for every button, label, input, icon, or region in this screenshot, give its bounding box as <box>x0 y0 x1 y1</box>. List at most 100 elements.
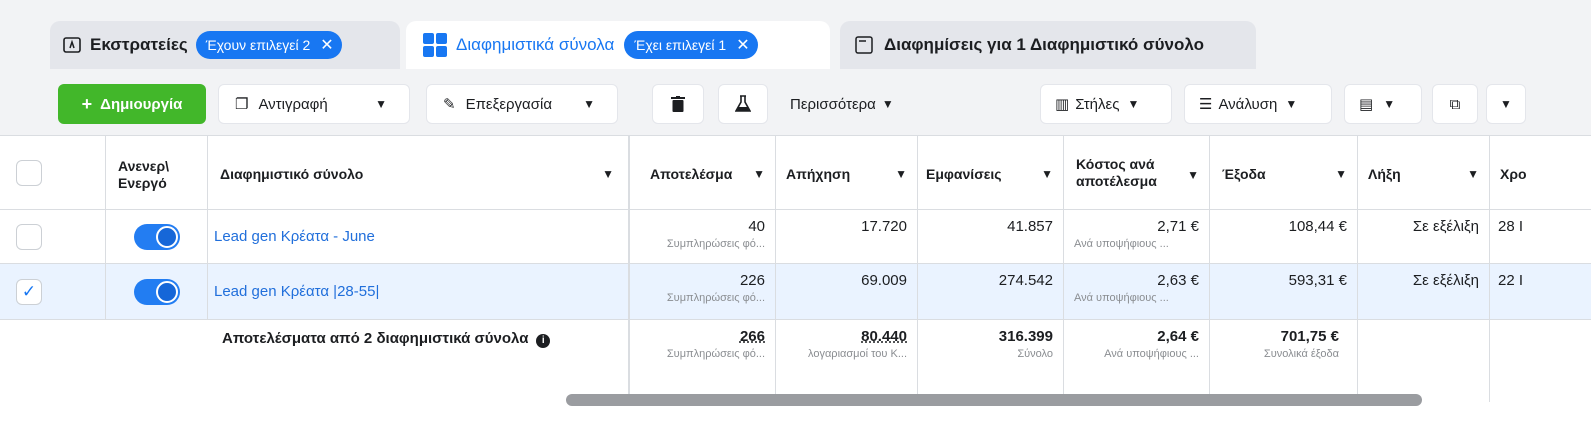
totals-spent-value: 701,75 € <box>1280 328 1339 345</box>
totals-impressions-value: 316.399 <box>998 328 1053 345</box>
breakdown-icon: ☰ <box>1199 96 1213 113</box>
create-button[interactable]: + Δημιουργία <box>58 84 206 124</box>
toggle-cell <box>106 264 208 319</box>
tab-adsets[interactable]: Διαφημιστικά σύνολα Έχει επιλεγεί 1 ✕ <box>406 21 830 69</box>
spent-value: 593,31 € <box>1288 272 1347 289</box>
spent-value: 108,44 € <box>1288 218 1347 235</box>
totals-cpr-value: 2,64 € <box>1157 328 1199 345</box>
results-sub: Συμπληρώσεις φό... <box>666 292 765 304</box>
reach-value: 17.720 <box>861 218 907 235</box>
totals-results-value: 266 <box>739 328 765 345</box>
more-button[interactable]: Περισσότερα ▼ <box>790 84 930 124</box>
duplicate-button[interactable]: ❐ Αντιγραφή ▼ <box>218 84 410 124</box>
row-checkbox-checked[interactable]: ✓ <box>16 279 42 305</box>
chevron-down-icon: ▼ <box>881 97 894 111</box>
export-button[interactable]: ⧉ <box>1432 84 1478 124</box>
tab-campaigns[interactable]: Εκστρατείες Έχουν επιλεγεί 2 ✕ <box>50 21 400 69</box>
totals-spent-cell: 701,75 € Συνολικά έξοδα <box>1210 320 1358 402</box>
close-icon[interactable]: ✕ <box>736 35 749 55</box>
checkmark-icon: ✓ <box>21 282 37 301</box>
cpr-value: 2,63 € <box>1157 272 1199 289</box>
col-header-more[interactable]: Χρο <box>1490 136 1591 209</box>
breakdown-label: Ανάλυση <box>1218 95 1278 113</box>
toolbar: + Δημιουργία ❐ Αντιγραφή ▼ ✎ Επεξεργασία… <box>0 74 1591 136</box>
col-more-label: Χρο <box>1500 166 1527 182</box>
breakdown-button[interactable]: ☰ Ανάλυση ▼ <box>1184 84 1332 124</box>
impressions-value: 41.857 <box>1007 218 1053 235</box>
edit-button[interactable]: ✎ Επεξεργασία ▼ <box>426 84 618 124</box>
col-header-reach[interactable]: Απήχηση ▼ <box>776 136 918 209</box>
chevron-down-icon[interactable]: ▼ <box>753 167 765 181</box>
adsets-selected-pill[interactable]: Έχει επιλεγεί 1 ✕ <box>624 31 758 59</box>
table-row[interactable]: ✓ Lead gen Κρέατα |28-55| 226 Συμπληρώσε… <box>0 264 1591 320</box>
extra-value: 28 Ι <box>1498 218 1524 235</box>
columns-label: Στήλες <box>1075 95 1120 113</box>
chevron-down-icon[interactable]: ▼ <box>1041 167 1053 181</box>
reports-icon: ▤ <box>1359 96 1374 113</box>
cpr-cell: 2,71 € Ανά υποψήφιους ... <box>1064 210 1210 263</box>
trash-icon <box>671 96 685 112</box>
select-all-checkbox[interactable] <box>16 160 42 186</box>
tab-strip: Εκστρατείες Έχουν επιλεγεί 2 ✕ Διαφημιστ… <box>0 0 1591 74</box>
chevron-down-icon[interactable]: ▼ <box>602 167 614 181</box>
pencil-icon: ✎ <box>443 96 456 113</box>
reports-button[interactable]: ▤ ▼ <box>1344 84 1422 124</box>
overflow-button[interactable]: ▼ <box>1486 84 1526 124</box>
extra-cell: 28 Ι <box>1490 210 1591 263</box>
flask-icon <box>735 95 751 112</box>
col-spent-label: Έξοδα <box>1222 166 1266 182</box>
results-value: 226 <box>739 272 765 289</box>
tab-adsets-label: Διαφημιστικά σύνολα <box>456 35 615 54</box>
tab-ads[interactable]: Διαφημίσεις για 1 Διαφημιστικό σύνολο <box>840 21 1256 69</box>
totals-spent-sub: Συνολικά έξοδα <box>1263 348 1339 360</box>
row-checkbox[interactable] <box>16 224 42 250</box>
adset-name-link[interactable]: Lead gen Κρέατα |28-55| <box>214 283 379 300</box>
campaigns-selected-pill[interactable]: Έχουν επιλεγεί 2 ✕ <box>195 31 342 59</box>
chevron-down-icon[interactable]: ▼ <box>895 167 907 181</box>
chevron-down-icon[interactable]: ▼ <box>1187 167 1199 184</box>
plus-icon: + <box>81 93 93 114</box>
col-onoff-line1: Ανενερ\ <box>118 158 170 174</box>
adsets-grid-icon <box>423 33 447 57</box>
col-header-spent[interactable]: Έξοδα ▼ <box>1210 136 1358 209</box>
totals-label-cell: Αποτελέσματα από 2 διαφημιστικά σύνολα i <box>208 320 630 402</box>
cpr-sub: Ανά υποψήφιους ... <box>1074 292 1169 304</box>
row-select-cell <box>0 210 106 263</box>
delete-button[interactable] <box>652 84 704 124</box>
totals-reach-sub: λογαριασμοί του Κ... <box>808 348 907 360</box>
col-header-adset[interactable]: Διαφημιστικό σύνολο ▼ <box>208 136 630 209</box>
chevron-down-icon[interactable]: ▼ <box>1467 167 1479 181</box>
col-header-onoff[interactable]: Ανενερ\ Ενεργό <box>106 136 208 209</box>
chevron-down-icon: ▼ <box>1285 97 1298 111</box>
chevron-down-icon[interactable]: ▼ <box>1335 167 1347 181</box>
adset-status-toggle[interactable] <box>134 224 180 250</box>
duplicate-icon: ❐ <box>235 96 249 113</box>
chevron-down-icon: ▼ <box>1127 97 1140 111</box>
results-cell: 40 Συμπληρώσεις φό... <box>630 210 776 263</box>
close-icon[interactable]: ✕ <box>320 35 333 55</box>
col-header-cost-per-result[interactable]: Κόστος ανά αποτέλεσμα ▼ <box>1064 136 1210 209</box>
test-button[interactable] <box>718 84 768 124</box>
adset-status-toggle[interactable] <box>134 279 180 305</box>
totals-results-cell: 266 Συμπληρώσεις φό... <box>630 320 776 402</box>
col-header-impressions[interactable]: Εμφανίσεις ▼ <box>918 136 1064 209</box>
chevron-down-icon[interactable]: ▼ <box>375 97 387 111</box>
ends-cell: Σε εξέλιξη <box>1358 264 1490 319</box>
col-header-ends[interactable]: Λήξη ▼ <box>1358 136 1490 209</box>
horizontal-scrollbar[interactable] <box>566 394 1422 406</box>
col-header-results[interactable]: Αποτελέσμα ▼ <box>630 136 776 209</box>
columns-button[interactable]: ▥ Στήλες ▼ <box>1040 84 1172 124</box>
totals-spacer <box>0 320 208 402</box>
adsets-selected-label: Έχει επιλεγεί 1 <box>634 37 727 53</box>
results-sub: Συμπληρώσεις φό... <box>666 238 765 250</box>
adsets-table: Ανενερ\ Ενεργό Διαφημιστικό σύνολο ▼ Απο… <box>0 136 1591 402</box>
info-icon[interactable]: i <box>536 334 551 348</box>
totals-row: Αποτελέσματα από 2 διαφημιστικά σύνολα i… <box>0 320 1591 402</box>
adset-name-link[interactable]: Lead gen Κρέατα - June <box>214 228 375 245</box>
reach-value: 69.009 <box>861 272 907 289</box>
table-row[interactable]: Lead gen Κρέατα - June 40 Συμπληρώσεις φ… <box>0 210 1591 264</box>
extra-cell: 22 Ι <box>1490 264 1591 319</box>
cpr-sub: Ανά υποψήφιους ... <box>1074 238 1169 250</box>
chevron-down-icon[interactable]: ▼ <box>583 97 595 111</box>
chevron-down-icon: ▼ <box>1500 97 1512 111</box>
